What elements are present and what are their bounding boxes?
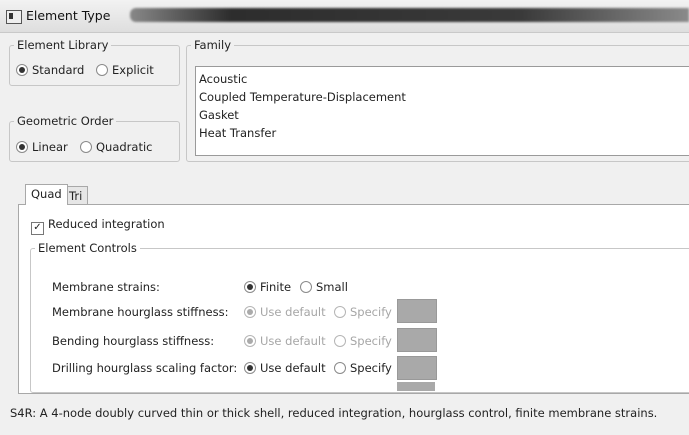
standard-radio[interactable]: Standard (16, 63, 84, 77)
family-item[interactable]: Gasket (196, 106, 689, 124)
radio-icon (16, 141, 28, 153)
drilling-specify-field[interactable] (397, 356, 437, 380)
linear-radio[interactable]: Linear (16, 140, 68, 154)
family-list[interactable]: Acoustic Coupled Temperature-Displacemen… (195, 66, 689, 156)
geometric-order-group: Geometric Order (9, 114, 180, 162)
small-radio[interactable]: Small (300, 280, 348, 294)
radio-icon (244, 362, 256, 374)
membrane-specify-field (397, 299, 437, 323)
finite-radio[interactable]: Finite (244, 280, 291, 294)
radio-icon (244, 306, 256, 318)
element-library-group: Element Library (9, 38, 180, 86)
element-controls-legend: Element Controls (38, 241, 137, 255)
radio-icon (96, 64, 108, 76)
drilling-use-default-radio[interactable]: Use default (244, 361, 326, 375)
radio-icon (80, 141, 92, 153)
family-item[interactable]: Heat Transfer (196, 124, 689, 142)
partial-field (397, 382, 435, 391)
title-bar-shade (130, 8, 689, 22)
membrane-use-default-radio: Use default (244, 305, 326, 319)
radio-icon (300, 281, 312, 293)
tab-quad[interactable]: Quad (25, 184, 68, 205)
bending-hourglass-stiffness-label: Bending hourglass stiffness: (52, 334, 215, 348)
geometric-order-legend: Geometric Order (17, 114, 114, 128)
bending-specify-field (397, 328, 437, 352)
bending-specify-radio: Specify (334, 334, 392, 348)
bending-use-default-radio: Use default (244, 334, 326, 348)
element-description: S4R: A 4-node doubly curved thin or thic… (10, 406, 658, 420)
reduced-integration-checkbox[interactable]: ✓ Reduced integration (31, 217, 165, 235)
check-icon: ✓ (31, 222, 44, 235)
window-icon (6, 10, 22, 24)
radio-icon (334, 306, 346, 318)
quadratic-radio[interactable]: Quadratic (80, 140, 153, 154)
family-item[interactable]: Coupled Temperature-Displacement (196, 88, 689, 106)
element-library-legend: Element Library (17, 38, 109, 52)
explicit-radio[interactable]: Explicit (96, 63, 154, 77)
membrane-hourglass-stiffness-label: Membrane hourglass stiffness: (52, 305, 229, 319)
radio-icon (244, 335, 256, 347)
radio-icon (16, 64, 28, 76)
drilling-specify-radio[interactable]: Specify (334, 361, 392, 375)
window-title: Element Type (26, 8, 111, 23)
radio-icon (334, 335, 346, 347)
family-legend: Family (194, 38, 232, 52)
radio-icon (334, 362, 346, 374)
drilling-hourglass-scaling-factor-label: Drilling hourglass scaling factor: (52, 361, 238, 375)
radio-icon (244, 281, 256, 293)
family-item[interactable]: Acoustic (196, 70, 689, 88)
membrane-strains-label: Membrane strains: (52, 280, 160, 294)
membrane-specify-radio: Specify (334, 305, 392, 319)
